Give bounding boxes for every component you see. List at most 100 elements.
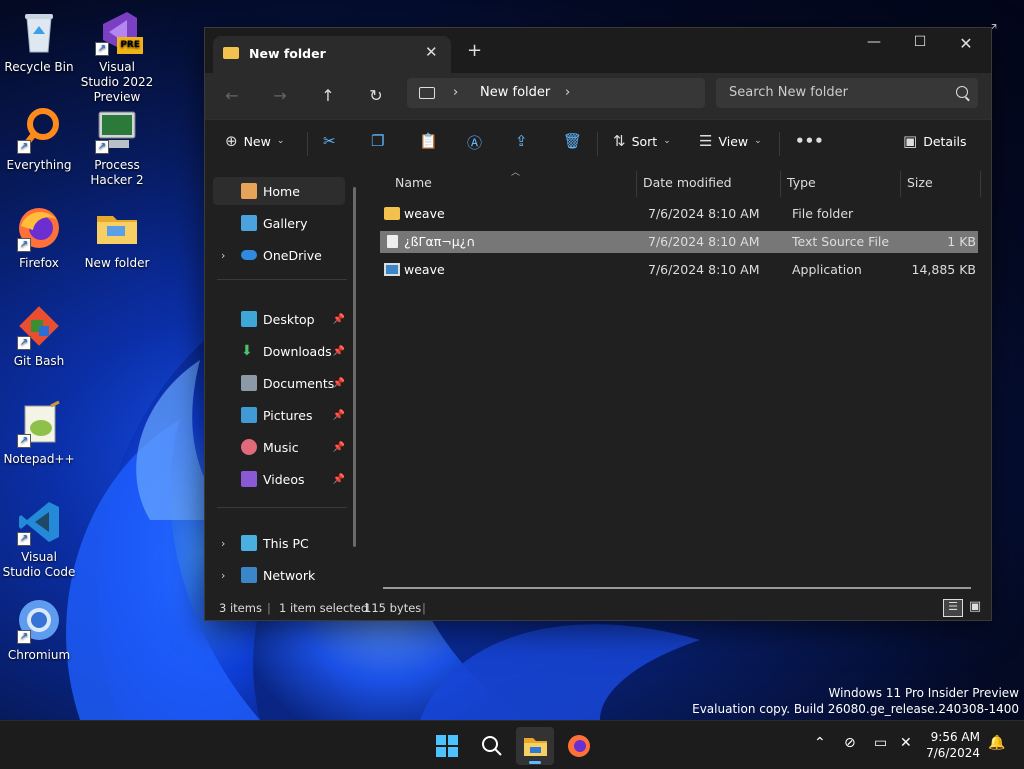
clock-time: 9:56 AM <box>930 730 980 744</box>
desktop-icon-recycle-bin[interactable]: Recycle Bin <box>2 8 76 75</box>
desktop-icon-visual-studio[interactable]: PRE ↗ Visual Studio 2022 Preview <box>80 8 154 105</box>
shortcut-arrow-icon: ↗ <box>17 532 31 546</box>
cut-button[interactable]: ✂ <box>323 132 336 150</box>
address-bar[interactable]: › New folder › <box>407 78 705 108</box>
details-pane-icon: ▣ <box>903 132 918 150</box>
recycle-bin-icon <box>15 8 63 56</box>
delete-button[interactable]: 🗑 <box>563 132 582 150</box>
search-input[interactable]: Search New folder <box>716 78 978 108</box>
column-divider[interactable] <box>636 171 637 197</box>
chevron-right-icon[interactable]: › <box>221 249 225 262</box>
desktop-icon-new-folder[interactable]: New folder <box>80 204 154 271</box>
folder-icon <box>384 207 400 220</box>
sidebar-item-videos[interactable]: Videos 📌 <box>213 465 345 493</box>
close-window-button[interactable]: ✕ <box>943 34 989 53</box>
sidebar-item-home[interactable]: Home <box>213 177 345 205</box>
refresh-button[interactable]: ↻ <box>361 83 391 109</box>
pin-icon[interactable]: 📌 <box>333 314 345 325</box>
column-header-type[interactable]: Type <box>787 175 816 190</box>
watermark-edition: Windows 11 Pro Insider Preview <box>828 686 1019 700</box>
desktop-icon-vscode[interactable]: ↗ Visual Studio Code <box>2 498 76 580</box>
chevron-right-icon[interactable]: › <box>453 85 458 100</box>
tab-new-folder[interactable]: New folder ✕ <box>213 36 451 73</box>
column-divider[interactable] <box>980 171 981 197</box>
forward-button[interactable]: → <box>265 83 295 109</box>
close-tab-icon[interactable]: ✕ <box>425 43 438 61</box>
table-row[interactable]: weave 7/6/2024 8:10 AM Application 14,88… <box>380 259 978 281</box>
pin-icon[interactable]: 📌 <box>333 346 345 357</box>
sidebar-item-label: Gallery <box>263 215 308 231</box>
tiles-view-button[interactable]: ▣ <box>967 599 983 615</box>
desktop-icon-chromium[interactable]: ↗ Chromium <box>2 596 76 663</box>
system-clock[interactable]: 9:56 AM 7/6/2024 <box>926 729 980 761</box>
desktop-icon-label: New folder <box>84 256 150 270</box>
column-header-date[interactable]: Date modified <box>643 175 732 190</box>
start-button[interactable] <box>428 727 466 765</box>
breadcrumb[interactable]: New folder <box>480 85 550 100</box>
column-divider[interactable] <box>900 171 901 197</box>
sidebar-item-documents[interactable]: Documents 📌 <box>213 369 345 397</box>
taskbar-firefox[interactable] <box>560 727 598 765</box>
details-view-button[interactable]: ☰ <box>943 599 963 617</box>
scissors-icon: ✂ <box>323 132 336 150</box>
pin-icon[interactable]: 📌 <box>333 378 345 389</box>
notepad-plus-plus-icon: ↗ <box>15 400 63 448</box>
network-disconnected-icon[interactable]: ⊘ <box>844 735 856 751</box>
desktop-icon-label: Process Hacker 2 <box>90 158 144 187</box>
sidebar-item-onedrive[interactable]: › OneDrive <box>213 241 345 269</box>
firefox-icon <box>568 735 590 757</box>
desktop-icon-notepad-plus-plus[interactable]: ↗ Notepad++ <box>2 400 76 467</box>
sort-button[interactable]: ⇅ Sort ⌄ <box>613 132 671 150</box>
column-header-name[interactable]: Name <box>395 175 432 190</box>
item-count: 3 items <box>219 601 262 615</box>
sidebar-item-this-pc[interactable]: › This PC <box>213 529 345 557</box>
sidebar-item-downloads[interactable]: ⬇ Downloads 📌 <box>213 337 345 365</box>
shortcut-arrow-icon: ↗ <box>95 42 109 56</box>
minimize-button[interactable]: — <box>851 34 897 50</box>
desktop-icon-firefox[interactable]: ↗ Firefox <box>2 204 76 271</box>
desktop-icon-everything[interactable]: ↗ Everything <box>2 106 76 173</box>
show-hidden-icons-button[interactable]: ⌃ <box>814 735 826 751</box>
volume-muted-icon[interactable]: ✕ <box>900 735 912 751</box>
pin-icon[interactable]: 📌 <box>333 442 345 453</box>
sidebar-item-desktop[interactable]: Desktop 📌 <box>213 305 345 333</box>
horizontal-scrollbar[interactable] <box>383 587 971 589</box>
active-indicator <box>529 761 541 764</box>
display-icon[interactable]: ▭ <box>874 735 887 751</box>
copy-button[interactable]: ❐ <box>371 132 384 150</box>
column-header-size[interactable]: Size <box>907 175 933 190</box>
column-divider[interactable] <box>780 171 781 197</box>
sidebar-scrollbar[interactable] <box>353 187 356 547</box>
pin-icon[interactable]: 📌 <box>333 410 345 421</box>
up-button[interactable]: ↑ <box>313 83 343 109</box>
desktop-icon-git-bash[interactable]: ↗ Git Bash <box>2 302 76 369</box>
table-row[interactable]: weave 7/6/2024 8:10 AM File folder <box>380 203 978 225</box>
sidebar-item-pictures[interactable]: Pictures 📌 <box>213 401 345 429</box>
desktop-icon <box>241 311 257 327</box>
new-button[interactable]: ⊕ New ⌄ <box>225 132 284 150</box>
chevron-right-icon[interactable]: › <box>221 569 225 582</box>
windows-watermark: Windows 11 Pro Insider Preview Evaluatio… <box>692 685 1019 717</box>
sidebar-item-music[interactable]: Music 📌 <box>213 433 345 461</box>
sidebar-item-network[interactable]: › Network <box>213 561 345 589</box>
new-tab-button[interactable]: + <box>467 40 482 61</box>
chevron-right-icon[interactable]: › <box>565 85 570 100</box>
table-row[interactable]: ¿ßΓαπ¬µ¿∩ 7/6/2024 8:10 AM Text Source F… <box>380 231 978 253</box>
back-button[interactable]: ← <box>217 83 247 109</box>
details-pane-button[interactable]: ▣ Details <box>903 132 967 150</box>
rename-button[interactable]: Ⓐ <box>467 132 482 153</box>
taskbar-file-explorer[interactable] <box>516 727 554 765</box>
search-button[interactable] <box>472 727 510 765</box>
share-button[interactable]: ⇪ <box>515 132 528 150</box>
notification-bell-icon[interactable]: 🔔 <box>988 735 1005 751</box>
sidebar-item-gallery[interactable]: Gallery <box>213 209 345 237</box>
maximize-button[interactable]: ☐ <box>897 34 943 50</box>
clock-date: 7/6/2024 <box>926 746 980 760</box>
paste-button[interactable]: 📋 <box>419 132 438 150</box>
chevron-right-icon[interactable]: › <box>221 537 225 550</box>
computer-icon <box>241 535 257 551</box>
pin-icon[interactable]: 📌 <box>333 474 345 485</box>
more-options-button[interactable]: ••• <box>795 132 824 150</box>
desktop-icon-process-hacker[interactable]: ↗ Process Hacker 2 <box>80 106 154 188</box>
view-button[interactable]: ☰ View ⌄ <box>699 132 762 150</box>
